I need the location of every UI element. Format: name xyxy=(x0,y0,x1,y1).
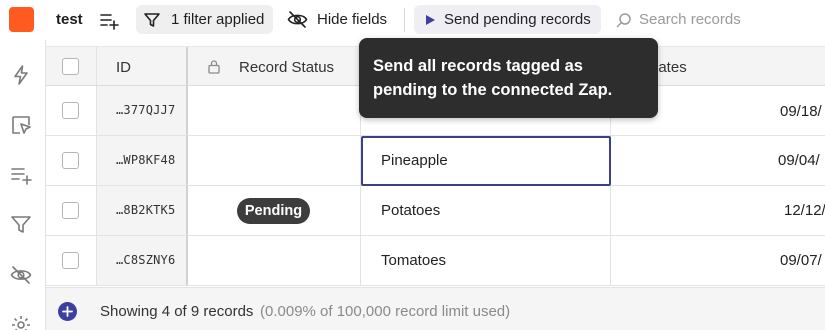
item-cell[interactable]: Tomatoes xyxy=(381,252,446,269)
record-id: …WP8KF48 xyxy=(116,153,176,167)
left-rail xyxy=(0,40,46,330)
table-row[interactable]: …8B2KTK5 Pending Potatoes 12/12/ xyxy=(46,186,825,236)
grid-footer: Showing 4 of 9 records (0.009% of 100,00… xyxy=(46,287,825,330)
add-record-icon[interactable] xyxy=(99,10,119,30)
app-logo[interactable] xyxy=(9,7,34,32)
filter-icon xyxy=(144,13,160,27)
eye-off-icon xyxy=(287,11,308,28)
select-all-checkbox[interactable] xyxy=(62,58,79,75)
play-icon xyxy=(426,15,435,25)
toolbar-divider xyxy=(404,8,405,32)
send-pending-tooltip: Send all records tagged as pending to th… xyxy=(359,38,658,118)
bolt-icon[interactable] xyxy=(10,64,32,86)
item-cell: Pineapple xyxy=(381,152,448,169)
row-checkbox[interactable] xyxy=(62,202,79,219)
date-cell[interactable]: 09/04/ xyxy=(778,152,820,169)
row-checkbox[interactable] xyxy=(62,252,79,269)
active-cell[interactable]: Pineapple xyxy=(361,136,611,186)
record-id: …C8SZNY6 xyxy=(116,253,176,267)
add-list-icon[interactable] xyxy=(10,164,32,186)
filter-button[interactable]: 1 filter applied xyxy=(136,5,273,34)
send-pending-label: Send pending records xyxy=(444,11,591,28)
date-cell[interactable]: 09/07/ xyxy=(780,252,822,269)
date-cell[interactable]: 09/18/ xyxy=(780,103,822,120)
select-cursor-icon[interactable] xyxy=(10,114,32,136)
item-cell[interactable]: Potatoes xyxy=(381,202,440,219)
status-badge[interactable]: Pending xyxy=(237,198,310,224)
search-placeholder: Search records xyxy=(639,11,741,28)
row-checkbox[interactable] xyxy=(62,102,79,119)
lock-icon xyxy=(208,60,220,74)
row-checkbox[interactable] xyxy=(62,152,79,169)
hide-fields-button[interactable]: Hide fields xyxy=(284,5,394,34)
table-row[interactable]: …C8SZNY6 Tomatoes 09/07/ xyxy=(46,236,825,286)
plus-icon xyxy=(62,306,73,317)
search-icon xyxy=(616,13,631,28)
eye-off-icon[interactable] xyxy=(10,264,32,286)
hide-fields-label: Hide fields xyxy=(317,11,388,28)
send-pending-button[interactable]: Send pending records xyxy=(414,5,601,34)
record-count: Showing 4 of 9 records xyxy=(100,303,254,320)
record-id: …8B2KTK5 xyxy=(116,203,176,217)
column-header-id[interactable]: ID xyxy=(116,59,131,76)
filter-icon[interactable] xyxy=(10,214,32,236)
table-title[interactable]: test xyxy=(56,11,83,28)
gear-icon[interactable] xyxy=(10,314,32,330)
filter-label: 1 filter applied xyxy=(171,11,265,28)
column-header-record-status[interactable]: Record Status xyxy=(239,59,334,76)
tooltip-line-2: pending to the connected Zap. xyxy=(373,81,613,99)
date-cell[interactable]: 12/12/ xyxy=(784,202,825,219)
search-input[interactable]: Search records xyxy=(614,10,814,30)
tooltip-line-1: Send all records tagged as xyxy=(373,57,583,75)
add-record-button[interactable] xyxy=(58,302,77,321)
top-toolbar: test 1 filter applied Hide fields Send p… xyxy=(0,0,825,40)
record-id: …377QJJ7 xyxy=(116,103,176,117)
record-limit: (0.009% of 100,000 record limit used) xyxy=(260,303,511,320)
